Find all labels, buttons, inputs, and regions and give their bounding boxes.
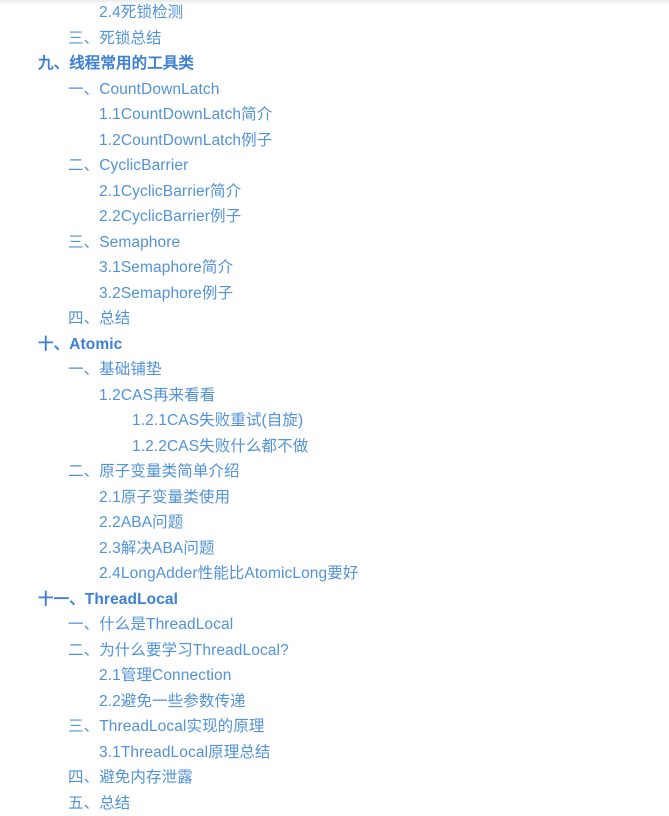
toc-item[interactable]: 2.3解决ABA问题 <box>0 536 669 562</box>
toc-item[interactable]: 四、避免内存泄露 <box>0 765 669 791</box>
toc-item[interactable]: 2.4LongAdder性能比AtomicLong要好 <box>0 561 669 587</box>
toc-item[interactable]: 3.1Semaphore简介 <box>0 255 669 281</box>
toc-item[interactable]: 十、Atomic <box>0 332 669 358</box>
toc-item[interactable]: 1.2.1CAS失败重试(自旋) <box>0 408 669 434</box>
toc-item[interactable]: 1.2CountDownLatch例子 <box>0 128 669 154</box>
toc-item[interactable]: 一、什么是ThreadLocal <box>0 612 669 638</box>
toc-item[interactable]: 1.2CAS再来看看 <box>0 383 669 409</box>
toc-item[interactable]: 二、原子变量类简单介绍 <box>0 459 669 485</box>
toc-item[interactable]: 2.2避免一些参数传递 <box>0 689 669 715</box>
toc-item[interactable]: 九、线程常用的工具类 <box>0 51 669 77</box>
toc-item[interactable]: 2.1CyclicBarrier简介 <box>0 179 669 205</box>
toc-item[interactable]: 二、CyclicBarrier <box>0 153 669 179</box>
toc-item[interactable]: 三、Semaphore <box>0 230 669 256</box>
toc-item[interactable]: 1.2.2CAS失败什么都不做 <box>0 434 669 460</box>
toc-item[interactable]: 2.4死锁检测 <box>0 0 669 26</box>
toc-item[interactable]: 二、为什么要学习ThreadLocal? <box>0 638 669 664</box>
toc-item[interactable]: 3.1ThreadLocal原理总结 <box>0 740 669 766</box>
toc-item[interactable]: 2.2CyclicBarrier例子 <box>0 204 669 230</box>
table-of-contents: 2.4死锁检测三、死锁总结九、线程常用的工具类一、CountDownLatch1… <box>0 0 669 816</box>
toc-item[interactable]: 3.2Semaphore例子 <box>0 281 669 307</box>
toc-item[interactable]: 2.1管理Connection <box>0 663 669 689</box>
toc-item[interactable]: 十一、ThreadLocal <box>0 587 669 613</box>
toc-item[interactable]: 2.2ABA问题 <box>0 510 669 536</box>
toc-item[interactable]: 五、总结 <box>0 791 669 816</box>
toc-item[interactable]: 四、总结 <box>0 306 669 332</box>
toc-item[interactable]: 三、ThreadLocal实现的原理 <box>0 714 669 740</box>
toc-item[interactable]: 三、死锁总结 <box>0 26 669 52</box>
toc-item[interactable]: 一、CountDownLatch <box>0 77 669 103</box>
toc-item[interactable]: 1.1CountDownLatch简介 <box>0 102 669 128</box>
toc-item[interactable]: 一、基础铺垫 <box>0 357 669 383</box>
toc-item[interactable]: 2.1原子变量类使用 <box>0 485 669 511</box>
